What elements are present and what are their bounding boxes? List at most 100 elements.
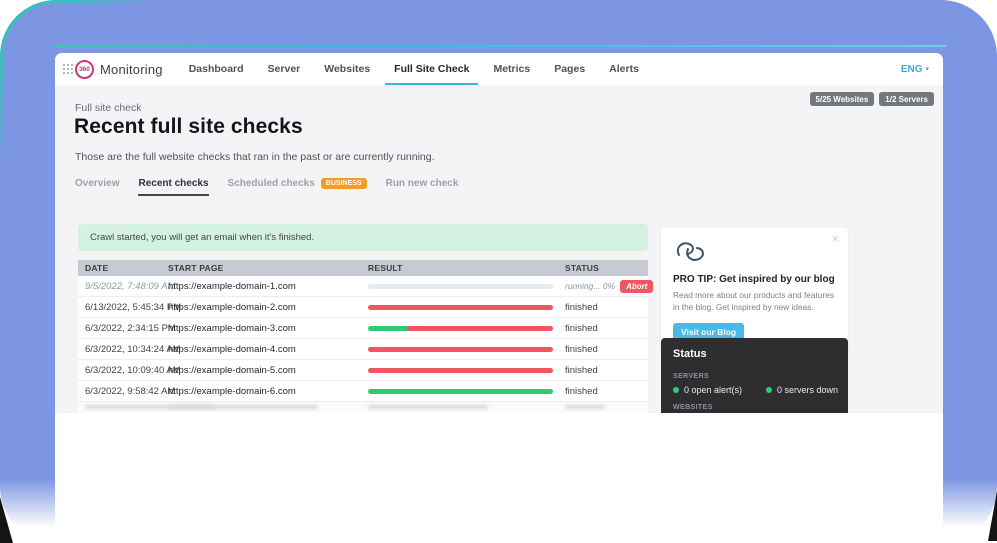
cell-date: 9/5/2022, 7:48:09 AM — [78, 281, 168, 292]
progress-bar — [368, 368, 553, 373]
cell-status: finished — [565, 323, 648, 334]
cell-status: running... 0%Abort — [565, 280, 648, 293]
nav-item-dashboard[interactable]: Dashboard — [180, 53, 253, 85]
nav-item-alerts[interactable]: Alerts — [600, 53, 648, 85]
top-navbar: 360 Monitoring DashboardServerWebsitesFu… — [55, 53, 943, 85]
progress-bar — [368, 284, 553, 289]
status-text: finished — [565, 386, 598, 397]
page-title: Recent full site checks — [74, 115, 303, 139]
cell-result — [368, 305, 565, 310]
tab-label: Recent checks — [138, 178, 208, 189]
table-row: 6/13/2022, 5:45:34 PMhttps://example-dom… — [78, 297, 648, 318]
pro-tip-card: ✕ PRO TIP: Get inspired by our blog Read… — [661, 228, 848, 353]
status-section-label-servers: SERVERS — [673, 373, 836, 380]
nav-item-full-site-check[interactable]: Full Site Check — [385, 53, 478, 85]
blurred-text-smudge — [565, 405, 605, 409]
status-text: finished — [565, 302, 598, 313]
cell-status: finished — [565, 344, 648, 355]
cell-start-page: https://example-domain-1.com — [168, 281, 368, 292]
nav-item-websites[interactable]: Websites — [315, 53, 379, 85]
progress-bar — [368, 305, 553, 310]
business-badge: BUSINESS — [321, 178, 367, 189]
cell-status: finished — [565, 365, 648, 376]
tab-label: Scheduled checks — [228, 178, 315, 189]
status-section-label-websites: WEBSITES — [673, 404, 836, 411]
nav-item-pages[interactable]: Pages — [545, 53, 594, 85]
table-row: 6/3/2022, 10:09:40 AMhttps://example-dom… — [78, 360, 648, 381]
checks-table: DATESTART PAGERESULTSTATUS 9/5/2022, 7:4… — [78, 260, 648, 413]
pro-tip-body: Read more about our products and feature… — [673, 289, 836, 314]
status-text: finished — [565, 323, 598, 334]
cell-start-page: https://example-domain-5.com — [168, 365, 368, 376]
table-row: 6/3/2022, 2:34:15 PMhttps://example-doma… — [78, 318, 648, 339]
progress-bar-segment — [368, 347, 553, 352]
progress-bar-segment — [368, 326, 407, 331]
nav-item-metrics[interactable]: Metrics — [484, 53, 539, 85]
table-row: 6/3/2022, 9:58:42 AMhttps://example-doma… — [78, 381, 648, 402]
table-row: 6/3/2022, 10:34:24 AMhttps://example-dom… — [78, 339, 648, 360]
badge-5-25-websites: 5/25 Websites — [810, 92, 875, 106]
cell-date: 6/3/2022, 2:34:15 PM — [78, 323, 168, 334]
app-grid-icon[interactable] — [63, 64, 73, 74]
status-item-text: 0 servers down — [777, 385, 838, 395]
cell-result — [368, 368, 565, 373]
close-icon[interactable]: ✕ — [831, 234, 839, 245]
abort-button[interactable]: Abort — [620, 280, 653, 293]
status-item-0-open-alert-s: 0 open alert(s) — [673, 385, 766, 395]
status-sections: SERVERS 0 open alert(s) 0 servers down WEBS… — [673, 373, 836, 413]
column-header-date: DATE — [78, 263, 168, 273]
progress-bar-segment — [368, 368, 553, 373]
cell-start-page: https://example-domain-6.com — [168, 386, 368, 397]
table-header-row: DATESTART PAGERESULTSTATUS — [78, 260, 648, 276]
progress-bar-segment — [407, 326, 553, 331]
language-selector[interactable]: ENG ▾ — [901, 64, 929, 75]
handshake-doodle-icon — [673, 238, 836, 269]
badge-1-2-servers: 1/2 Servers — [879, 92, 934, 106]
tab-run-new-check[interactable]: Run new check — [386, 178, 459, 194]
cell-start-page: https://example-domain-4.com — [168, 344, 368, 355]
cell-status: finished — [565, 302, 648, 313]
progress-bar — [368, 326, 553, 331]
tab-overview[interactable]: Overview — [75, 178, 119, 194]
table-row-partial — [78, 402, 648, 413]
brand[interactable]: 360 Monitoring — [75, 60, 163, 79]
page-description: Those are the full website checks that r… — [75, 151, 435, 163]
table-row: 9/5/2022, 7:48:09 AMhttps://example-doma… — [78, 276, 648, 297]
column-header-result: RESULT — [368, 263, 565, 273]
blurred-text-smudge — [168, 405, 318, 409]
cell-start-page: https://example-domain-3.com — [168, 323, 368, 334]
status-text: finished — [565, 365, 598, 376]
notice-text: Crawl started, you will get an email whe… — [90, 232, 314, 243]
column-header-status: STATUS — [565, 263, 648, 273]
column-header-start-page: START PAGE — [168, 263, 368, 273]
app-window: 360 Monitoring DashboardServerWebsitesFu… — [55, 53, 943, 543]
window-top-accent-line — [52, 45, 947, 47]
green-status-dot-icon — [673, 387, 679, 393]
cell-result — [368, 326, 565, 331]
status-card-title: Status — [673, 348, 836, 360]
status-items-row: 0 open alert(s) 0 servers down — [673, 385, 836, 395]
status-item-text: 0 open alert(s) — [684, 385, 742, 395]
cell-date: 6/13/2022, 5:45:34 PM — [78, 302, 168, 313]
progress-bar — [368, 389, 553, 394]
cell-date: 6/3/2022, 10:09:40 AM — [78, 365, 168, 376]
tab-scheduled-checks[interactable]: Scheduled checks BUSINESS — [228, 178, 367, 194]
page-content: 5/25 Websites1/2 Servers Full site check… — [55, 85, 943, 413]
cell-result — [368, 347, 565, 352]
status-text: running... 0% — [565, 281, 615, 291]
tab-label: Run new check — [386, 178, 459, 189]
progress-bar — [368, 347, 553, 352]
cell-date: 6/3/2022, 10:34:24 AM — [78, 344, 168, 355]
language-label: ENG — [901, 64, 923, 75]
cell-start-page: https://example-domain-2.com — [168, 302, 368, 313]
tab-label: Overview — [75, 178, 119, 189]
tab-bar: Overview Recent checks Scheduled checks BUS… — [75, 178, 458, 196]
cell-status: finished — [565, 386, 648, 397]
brand-name: Monitoring — [100, 62, 163, 77]
tab-recent-checks[interactable]: Recent checks — [138, 178, 208, 196]
account-usage-badges: 5/25 Websites 1/2 Servers — [810, 92, 934, 106]
nav-item-server[interactable]: Server — [259, 53, 310, 85]
logo-360-icon: 360 — [75, 60, 94, 79]
progress-bar-segment — [368, 305, 553, 310]
blurred-text-smudge — [368, 405, 488, 409]
